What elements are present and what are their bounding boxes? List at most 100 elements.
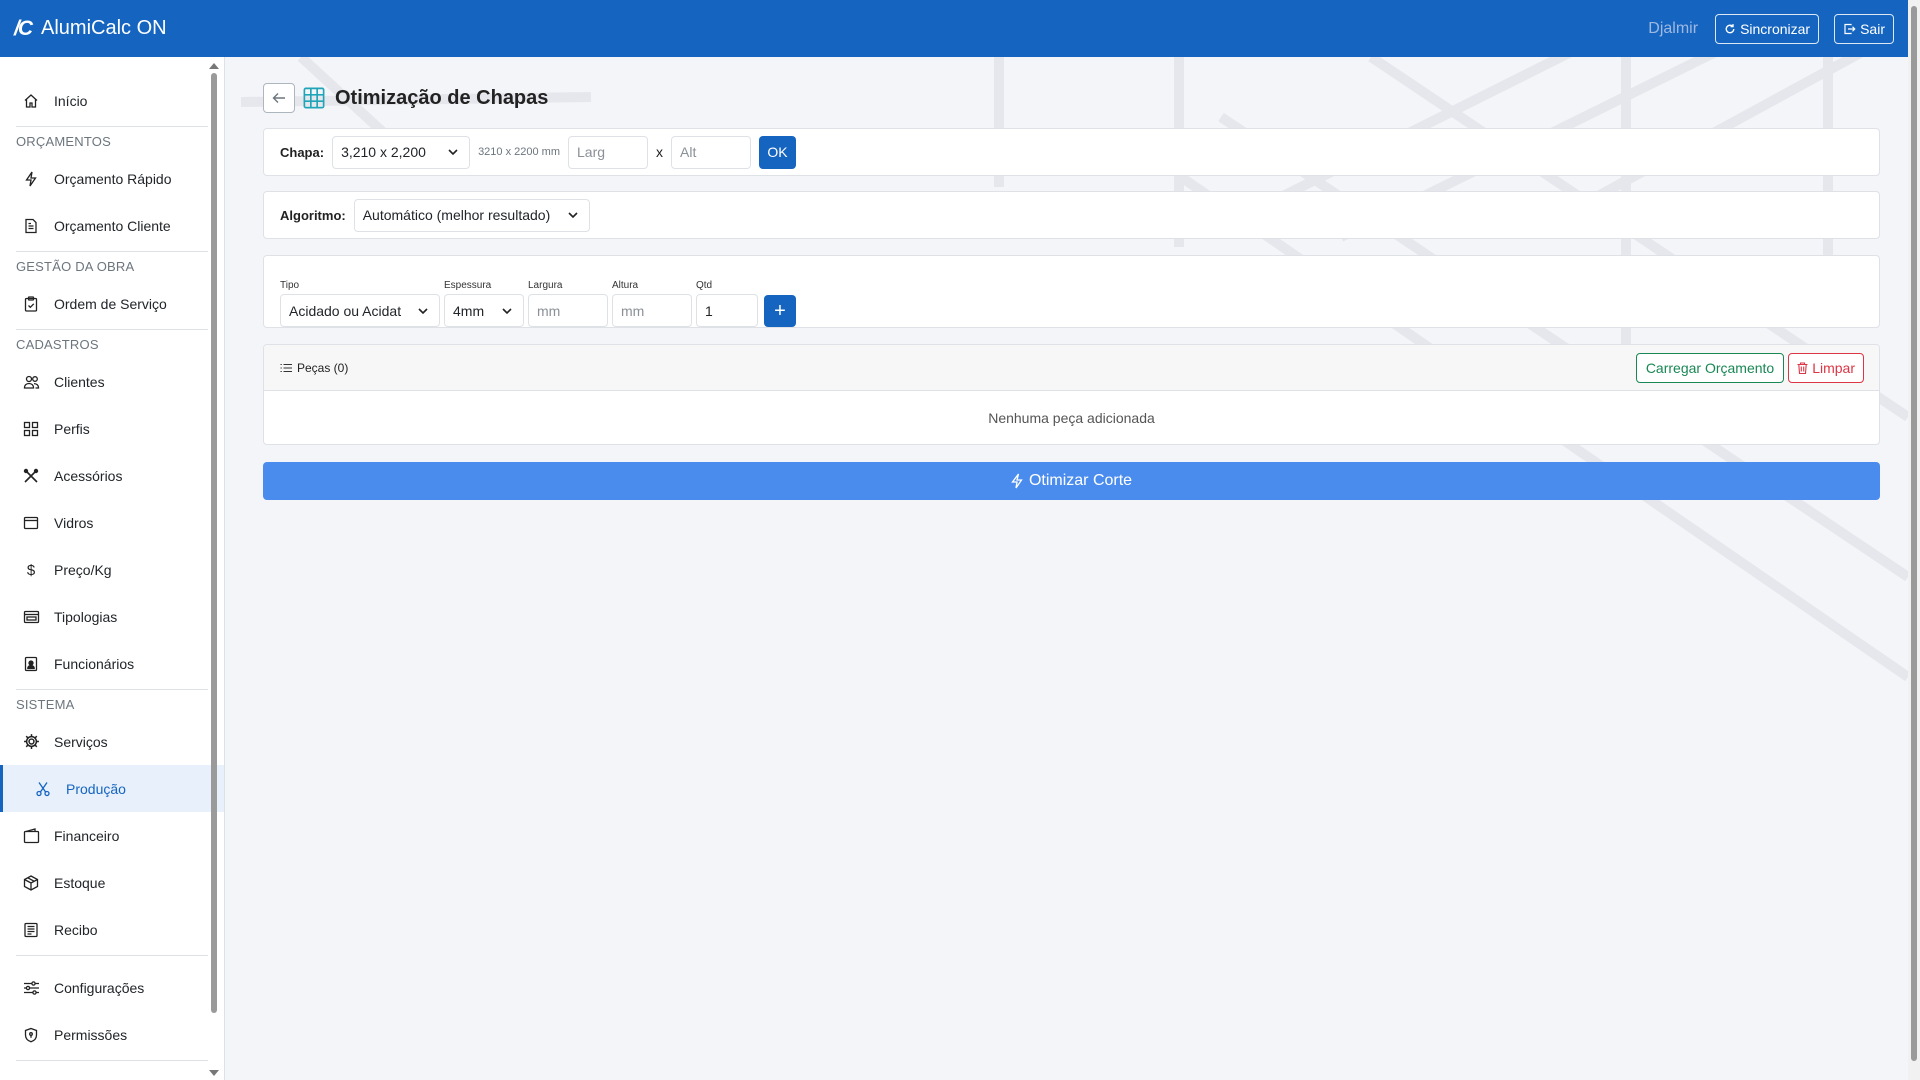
- document-icon: [20, 218, 42, 234]
- height-label: Altura: [612, 280, 639, 291]
- pieces-card: Peças (0) Carregar Orçamento Limpar Nenh…: [263, 344, 1880, 445]
- back-button[interactable]: [263, 83, 295, 113]
- shield-icon: [20, 1027, 42, 1043]
- top-navbar: /C AlumiCalc ON Djalmir Sincronizar Sair: [0, 0, 1908, 57]
- algorithm-select-value: Automático (melhor resultado): [362, 207, 551, 223]
- page-scrollbar-thumb[interactable]: [1911, 6, 1917, 1061]
- brand[interactable]: /C AlumiCalc ON: [14, 17, 167, 41]
- clear-button[interactable]: Limpar: [1788, 352, 1864, 383]
- sidebar-item-producao[interactable]: Produção: [0, 765, 224, 812]
- ok-button[interactable]: OK: [759, 135, 796, 169]
- sidebar-item-label: Perfis: [54, 420, 90, 437]
- people-icon: [20, 374, 42, 390]
- person-badge-icon: [20, 656, 42, 672]
- height-input[interactable]: [612, 294, 692, 327]
- sidebar-scroll-down-icon[interactable]: [209, 1070, 219, 1076]
- sidebar-item-label: Estoque: [54, 874, 106, 891]
- sidebar-item-inicio[interactable]: Início: [0, 77, 224, 124]
- optimize-cut-button[interactable]: Otimizar Corte: [263, 462, 1880, 500]
- sidebar-item-clientes[interactable]: Clientes: [0, 358, 224, 405]
- lightning-icon: [20, 171, 42, 187]
- sidebar-scrollbar[interactable]: [211, 73, 217, 1013]
- custom-height-input[interactable]: [671, 135, 751, 169]
- trash-icon: [1797, 361, 1808, 374]
- chevron-down-icon: [448, 149, 458, 156]
- sidebar-item-label: Clientes: [54, 373, 105, 390]
- sync-button[interactable]: Sincronizar: [1715, 13, 1820, 44]
- algorithm-label: Algoritmo:: [280, 207, 346, 223]
- algorithm-select[interactable]: Automático (melhor resultado): [353, 198, 590, 232]
- sidebar-item-perfis[interactable]: Perfis: [0, 405, 224, 452]
- main-content: Otimização de Chapas Chapa: 3,210 x 2,20…: [241, 57, 1908, 1080]
- window-stack-icon: [20, 609, 42, 625]
- thickness-select-value: 4mm: [453, 302, 485, 319]
- logout-label: Sair: [1860, 20, 1885, 37]
- box-icon: [20, 874, 42, 891]
- sidebar-divider: [16, 955, 208, 956]
- sidebar-item-servicos[interactable]: Serviços: [0, 718, 224, 765]
- load-quote-button[interactable]: Carregar Orçamento: [1635, 352, 1785, 383]
- height-field: Altura: [612, 280, 692, 327]
- sidebar-item-orcamento-rapido[interactable]: Orçamento Rápido: [0, 155, 224, 202]
- clipboard-check-icon: [20, 295, 42, 312]
- pieces-header: Peças (0) Carregar Orçamento Limpar: [264, 345, 1879, 391]
- sheet-select[interactable]: 3,210 x 2,200: [332, 135, 471, 169]
- sidebar-item-label: Financeiro: [54, 827, 120, 844]
- sheet-select-value: 3,210 x 2,200: [341, 144, 426, 160]
- sidebar-item-label: Tipologias: [54, 608, 118, 625]
- sidebar-item-acessorios[interactable]: Acessórios: [0, 452, 224, 499]
- clear-label: Limpar: [1812, 359, 1855, 376]
- sync-label: Sincronizar: [1740, 20, 1811, 37]
- add-piece-button[interactable]: +: [764, 295, 796, 327]
- chevron-down-icon: [502, 307, 512, 314]
- add-piece-card: Tipo Acidado ou Acidat Espessura 4mm Lar…: [263, 255, 1880, 328]
- sidebar-item-funcionarios[interactable]: Funcionários: [0, 640, 224, 687]
- quantity-input[interactable]: [696, 294, 758, 327]
- app-logo-icon: /C: [14, 16, 33, 40]
- page-scrollbar[interactable]: [1908, 0, 1920, 1080]
- sidebar-scroll-up-icon[interactable]: [209, 63, 219, 69]
- thickness-select[interactable]: 4mm: [444, 294, 524, 327]
- thickness-field: Espessura 4mm: [444, 280, 524, 327]
- type-field: Tipo Acidado ou Acidat: [280, 280, 440, 327]
- sidebar-item-recibo[interactable]: Recibo: [0, 906, 224, 953]
- sidebar-item-label: Acessórios: [54, 467, 123, 484]
- thickness-label: Espessura: [444, 280, 492, 291]
- sidebar-divider: [16, 1060, 208, 1061]
- logout-button[interactable]: Sair: [1834, 13, 1894, 44]
- type-label: Tipo: [280, 280, 300, 291]
- home-icon: [20, 93, 42, 109]
- sidebar-item-label: Produção: [66, 780, 126, 797]
- sidebar-item-label: Recibo: [54, 921, 98, 938]
- sidebar-item-vidros[interactable]: Vidros: [0, 499, 224, 546]
- sidebar-item-preco-kg[interactable]: $ Preço/Kg: [0, 546, 224, 593]
- gear-icon: [20, 733, 42, 750]
- sidebar-item-label: Funcionários: [54, 655, 135, 672]
- sidebar-section-orcamentos: ORÇAMENTOS: [16, 134, 111, 149]
- user-name: Djalmir: [1648, 19, 1699, 37]
- receipt-icon: [20, 922, 42, 938]
- type-select[interactable]: Acidado ou Acidat: [280, 294, 440, 327]
- width-input[interactable]: [528, 294, 608, 327]
- grid-icon: [20, 421, 42, 437]
- sidebar-item-label: Início: [54, 92, 88, 109]
- quantity-label: Qtd: [696, 280, 713, 291]
- logout-icon: [1844, 23, 1856, 34]
- sidebar-item-label: Preço/Kg: [54, 561, 112, 578]
- sidebar-item-label: Serviços: [54, 733, 108, 750]
- sidebar-item-ordem-servico[interactable]: Ordem de Serviço: [0, 280, 224, 327]
- quantity-field: Qtd: [696, 280, 758, 327]
- sidebar-item-label: Orçamento Rápido: [54, 170, 172, 187]
- sidebar-item-tipologias[interactable]: Tipologias: [0, 593, 224, 640]
- sidebar-item-label: Permissões: [54, 1026, 128, 1043]
- sidebar-item-configuracoes[interactable]: Configurações: [0, 964, 224, 1011]
- sidebar-item-orcamento-cliente[interactable]: Orçamento Cliente: [0, 202, 224, 249]
- sidebar-item-permissoes[interactable]: Permissões: [0, 1011, 224, 1058]
- chevron-down-icon: [418, 307, 428, 314]
- sidebar-item-estoque[interactable]: Estoque: [0, 859, 224, 906]
- sidebar-item-financeiro[interactable]: Financeiro: [0, 812, 224, 859]
- sidebar-item-label: Configurações: [54, 979, 145, 996]
- lightning-icon: [1011, 473, 1023, 489]
- table-grid-icon: [303, 87, 325, 109]
- custom-width-input[interactable]: [568, 135, 648, 169]
